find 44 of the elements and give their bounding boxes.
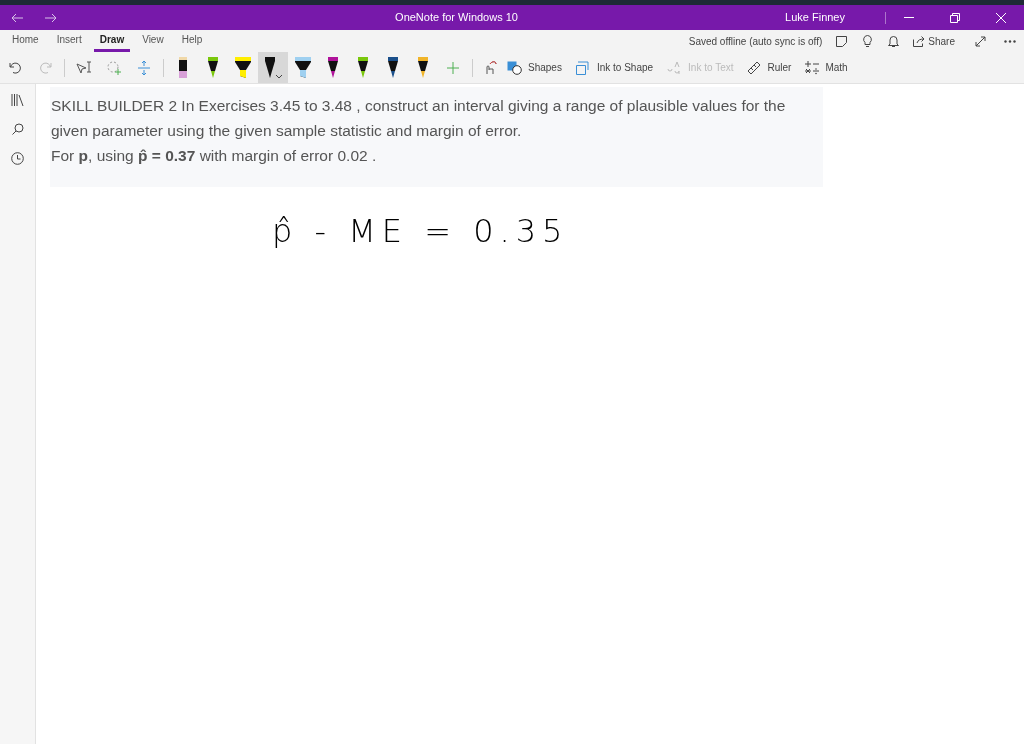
question-text: For p, using p̂ = 0.37 with margin of error 0.02 . <box>51 146 377 166</box>
handwritten-equation: p̂ - ME = 0.35 <box>272 211 569 252</box>
tool-button[interactable]: Ink to Shape <box>575 60 654 75</box>
ribbon-tab[interactable]: View <box>136 30 170 52</box>
cursor-text-icon <box>76 61 92 74</box>
ink-to-shape-icon <box>575 60 591 75</box>
pen-button[interactable] <box>258 52 288 83</box>
redo-icon <box>38 61 52 74</box>
question-text: given parameter using the given sample statistic and margin of error. <box>51 121 522 141</box>
tool-button[interactable]: Math <box>805 60 848 75</box>
user-name: Luke Finney <box>785 10 845 26</box>
bell-icon[interactable] <box>888 35 900 47</box>
ribbon-tab[interactable]: Home <box>6 30 45 52</box>
question-text: SKILL BUILDER 2 In Exercises 3.45 to 3.48 , construct an interval giving a range of plausible values for the <box>51 96 786 116</box>
sync-status: Saved offline (auto sync is off) <box>688 34 823 49</box>
caret-icon <box>276 75 282 79</box>
shapes-icon <box>507 60 522 75</box>
forward-arrow-icon <box>44 12 58 23</box>
search-icon[interactable] <box>11 123 24 135</box>
ruler-icon <box>747 60 762 75</box>
clock-icon[interactable] <box>11 152 24 165</box>
undo-icon <box>8 61 22 74</box>
notebooks-icon[interactable] <box>11 94 24 106</box>
hand-ink-icon <box>483 60 497 75</box>
ribbon-tab[interactable]: Help <box>175 30 209 52</box>
window-title: OneNote for Windows 10 <box>395 10 518 26</box>
share-icon <box>913 35 926 47</box>
ribbon-tab[interactable]: Insert <box>50 30 88 52</box>
lasso-plus-icon <box>106 60 122 75</box>
restore-icon <box>950 12 960 23</box>
plus-icon <box>447 61 459 74</box>
expand-icon[interactable] <box>975 35 986 47</box>
math-icon <box>805 60 820 75</box>
minimize-icon <box>904 17 914 18</box>
note-icon[interactable] <box>836 35 848 47</box>
share-button[interactable]: Share <box>913 33 955 49</box>
more-icon[interactable] <box>1004 39 1016 43</box>
close-icon <box>996 12 1006 23</box>
ink-to-text-icon <box>667 60 683 75</box>
tool-button[interactable]: Ruler <box>747 60 792 75</box>
lightbulb-icon[interactable] <box>863 35 873 47</box>
tool-button[interactable]: Shapes <box>507 60 562 75</box>
back-arrow-icon <box>10 12 24 23</box>
add-space-icon <box>138 60 150 75</box>
